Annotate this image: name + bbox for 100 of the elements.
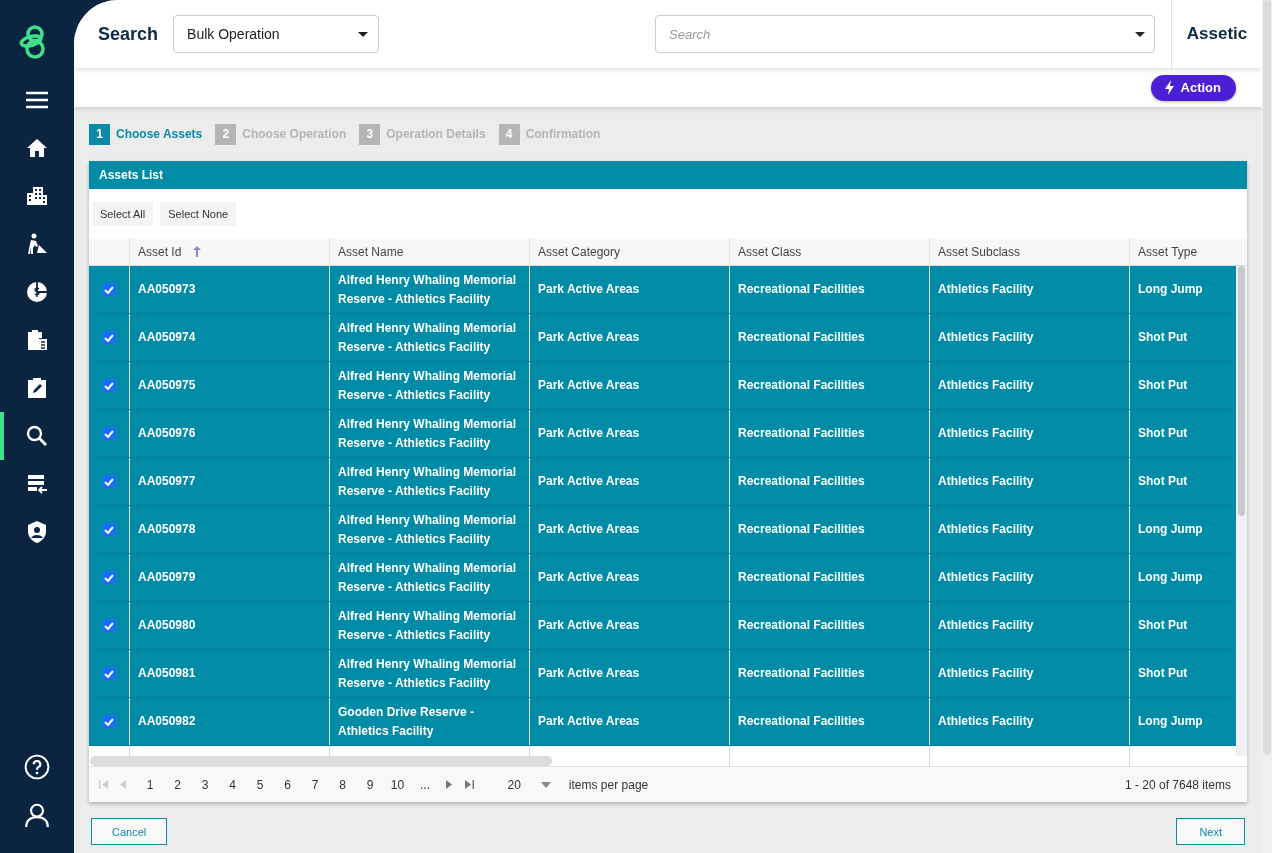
caret-icon — [358, 31, 369, 37]
table-cell: AA050977 — [129, 458, 329, 505]
page-size-label: items per page — [568, 777, 649, 792]
next-button[interactable]: Next — [1176, 818, 1245, 845]
table-cell: Recreational Facilities — [729, 506, 929, 553]
table-cell: Recreational Facilities — [729, 602, 929, 649]
table-cell: Shot Put — [1129, 650, 1235, 697]
table-cell: Athletics Facility — [929, 314, 1129, 361]
shield-user-icon — [25, 520, 49, 544]
table-cell: Athletics Facility — [929, 410, 1129, 457]
lightning-icon — [1164, 80, 1174, 95]
table-cell: AA050980 — [129, 602, 329, 649]
row-checkbox[interactable] — [102, 715, 116, 728]
step-number: 1 — [89, 123, 110, 145]
page-link[interactable]: 3 — [198, 777, 212, 792]
page-link[interactable]: 4 — [225, 777, 240, 792]
page-link[interactable]: 6 — [280, 777, 295, 792]
table-cell: Shot Put — [1129, 362, 1235, 409]
table-cell: Long Jump — [1129, 554, 1235, 601]
table-cell: Park Active Areas — [529, 602, 729, 649]
table-cell: Alfred Henry Whaling Memorial Reserve - Athletics Facility — [329, 266, 529, 313]
user-icon — [24, 802, 50, 828]
table-cell: AA050978 — [129, 506, 329, 553]
table-cell: Recreational Facilities — [729, 698, 929, 745]
column-header[interactable]: Asset Id — [129, 238, 329, 265]
brand-name: Assetic — [1186, 24, 1248, 44]
table-cell: Park Active Areas — [529, 650, 729, 697]
table-cell: Athletics Facility — [929, 506, 1129, 553]
operation-dropdown[interactable]: Bulk Operation — [173, 15, 380, 53]
selection-button[interactable]: Select All — [92, 201, 154, 226]
column-header[interactable]: Asset Class — [729, 238, 929, 265]
horizontal-scrollbar[interactable] — [90, 756, 552, 766]
row-checkbox[interactable] — [102, 667, 116, 680]
search-field[interactable]: Search — [655, 15, 1155, 53]
selection-button[interactable]: Select None — [160, 201, 237, 226]
table-cell: Alfred Henry Whaling Memorial Reserve - Athletics Facility — [329, 362, 529, 409]
row-checkbox[interactable] — [102, 571, 116, 584]
table-cell: Long Jump — [1129, 506, 1235, 553]
row-checkbox[interactable] — [102, 379, 116, 392]
cancel-button[interactable]: Cancel — [91, 818, 168, 845]
table-cell: Long Jump — [1129, 698, 1235, 745]
column-header[interactable]: Asset Category — [529, 238, 729, 265]
table-cell: Shot Put — [1129, 410, 1235, 457]
panel-title: Assets List — [99, 168, 164, 182]
table-cell: AA050974 — [129, 314, 329, 361]
row-checkbox[interactable] — [102, 475, 116, 488]
column-header[interactable]: Asset Subclass — [929, 238, 1129, 265]
table-cell: Park Active Areas — [529, 698, 729, 745]
row-checkbox[interactable] — [102, 283, 116, 296]
table-cell: Park Active Areas — [529, 266, 729, 313]
page-scrollbar[interactable] — [1262, 0, 1272, 853]
table-cell: AA050979 — [129, 554, 329, 601]
step-number: 3 — [359, 123, 381, 145]
row-checkbox[interactable] — [102, 523, 116, 536]
row-checkbox[interactable] — [102, 619, 116, 632]
page-link[interactable]: 9 — [363, 777, 377, 792]
clipboard-grid-icon — [25, 328, 49, 352]
row-checkbox[interactable] — [102, 331, 116, 344]
table-cell: Recreational Facilities — [729, 362, 929, 409]
table-cell: Alfred Henry Whaling Memorial Reserve - Athletics Facility — [329, 458, 529, 505]
page-link[interactable]: ... — [418, 777, 432, 792]
buildings-icon — [25, 184, 49, 208]
page-link[interactable]: 2 — [170, 777, 185, 792]
caret-icon — [540, 781, 551, 788]
table-cell: Recreational Facilities — [729, 554, 929, 601]
page-link[interactable]: 8 — [335, 777, 350, 792]
page-link[interactable]: 10 — [390, 777, 405, 792]
last-page-icon[interactable] — [464, 780, 474, 789]
page-link[interactable]: 5 — [253, 777, 267, 792]
table-cell: AA050981 — [129, 650, 329, 697]
table-cell: Recreational Facilities — [729, 314, 929, 361]
table-cell: Athletics Facility — [929, 362, 1129, 409]
list-arrow-icon — [25, 472, 49, 496]
table-cell: Recreational Facilities — [729, 650, 929, 697]
worker-digging-icon — [25, 232, 49, 256]
column-header[interactable]: Asset Type — [1129, 238, 1235, 265]
page-link[interactable]: 7 — [308, 777, 322, 792]
clipboard-pencil-icon — [25, 376, 49, 400]
action-button[interactable]: Action — [1150, 74, 1236, 101]
table-cell: Park Active Areas — [529, 458, 729, 505]
table-cell: AA050982 — [129, 698, 329, 745]
next-page-icon[interactable] — [445, 780, 453, 789]
table-cell: AA050976 — [129, 410, 329, 457]
table-cell: Park Active Areas — [529, 506, 729, 553]
table-cell: Shot Put — [1129, 602, 1235, 649]
row-checkbox[interactable] — [102, 427, 116, 440]
table-cell: Athletics Facility — [929, 602, 1129, 649]
table-cell: Alfred Henry Whaling Memorial Reserve - Athletics Facility — [329, 410, 529, 457]
vertical-scrollbar[interactable] — [1236, 266, 1247, 756]
column-header[interactable]: Asset Name — [329, 238, 529, 265]
page-link[interactable]: 1 — [143, 777, 157, 792]
page-size-dropdown[interactable]: 20 — [507, 777, 551, 792]
table-cell: Shot Put — [1129, 314, 1235, 361]
table-cell: Athletics Facility — [929, 650, 1129, 697]
table-cell: Alfred Henry Whaling Memorial Reserve - Athletics Facility — [329, 506, 529, 553]
table-cell: Park Active Areas — [529, 554, 729, 601]
table-cell: AA050973 — [129, 266, 329, 313]
search-icon — [25, 424, 49, 448]
table-cell: Recreational Facilities — [729, 410, 929, 457]
table-cell: Athletics Facility — [929, 266, 1129, 313]
